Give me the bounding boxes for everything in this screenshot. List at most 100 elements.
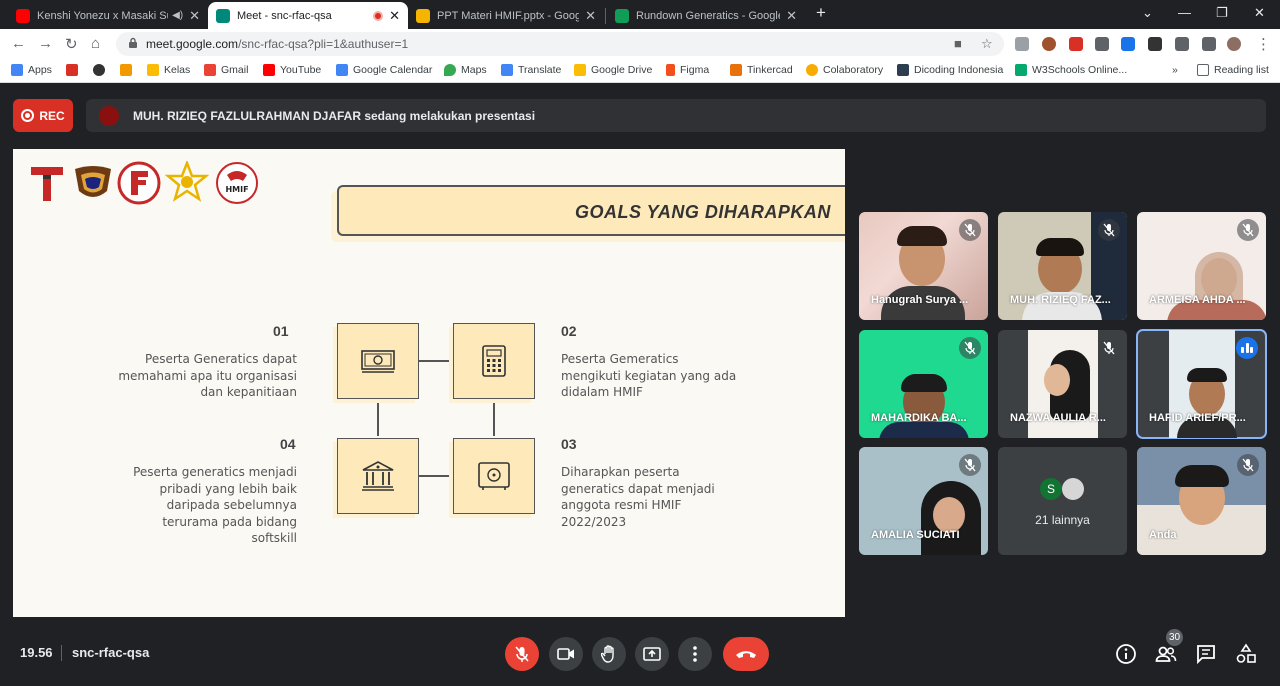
extension-icon[interactable] [1069, 37, 1083, 51]
participant-tile[interactable]: Hanugrah Surya ... [859, 212, 988, 320]
tab-slides[interactable]: PPT Materi HMIF.pptx - Google S ✕ [408, 2, 604, 29]
camera-icon[interactable]: ■ [954, 36, 962, 51]
mic-off-icon [1098, 337, 1120, 359]
bookmark-w3schools[interactable]: W3Schools Online... [1015, 64, 1127, 76]
puzzle-icon[interactable] [1175, 37, 1189, 51]
more-participants-tile[interactable]: S 21 lainnya [998, 447, 1127, 555]
more-bookmarks-button[interactable]: » [1172, 64, 1178, 76]
apps-icon [11, 64, 23, 76]
bookmark-maps[interactable]: Maps [444, 64, 487, 76]
participant-tile[interactable]: ARMEISA AHDA ... [1137, 212, 1266, 320]
home-button[interactable]: ⌂ [91, 35, 100, 52]
url-text: meet.google.com/snc-rfac-qsa?pli=1&authu… [146, 37, 409, 51]
more-options-button[interactable] [678, 637, 712, 671]
leave-call-button[interactable] [723, 637, 769, 671]
participant-name: HAFID ARIEF/PR... [1149, 412, 1246, 424]
goal-box-04 [337, 438, 419, 514]
close-icon[interactable]: ✕ [389, 8, 400, 24]
meeting-code: snc-rfac-qsa [72, 645, 150, 660]
media-icon[interactable] [1202, 37, 1216, 51]
tab-sheets[interactable]: Rundown Generatics - Google Sp ✕ [607, 2, 805, 29]
bookmark-colab[interactable]: Colaboratory [806, 64, 883, 76]
minimize-button[interactable]: — [1178, 5, 1191, 20]
participant-avatar: S [1040, 478, 1062, 500]
tut-wuri-logo [31, 167, 63, 201]
mic-off-icon [1237, 454, 1259, 476]
divider [61, 645, 62, 661]
menu-icon[interactable]: ⋮ [1256, 35, 1271, 53]
participant-tile[interactable]: MUH. RIZIEQ FAZ... [998, 212, 1127, 320]
bookmark-calendar[interactable]: Google Calendar [336, 64, 432, 76]
gmail-icon [204, 64, 216, 76]
participant-tile[interactable]: AMALIA SUCIATI [859, 447, 988, 555]
chat-icon[interactable] [1195, 643, 1217, 665]
browser-toolbar: ← → ↻ ⌂ meet.google.com/snc-rfac-qsa?pli… [0, 29, 1280, 59]
forward-button[interactable]: → [38, 35, 53, 52]
participant-tile[interactable]: MAHARDIKA BA... [859, 330, 988, 438]
extension-icon[interactable] [1148, 37, 1162, 51]
tab-search-icon[interactable]: ⌄ [1142, 5, 1153, 21]
bookmark-icon [93, 64, 105, 76]
camera-icon [557, 648, 574, 660]
address-bar[interactable]: meet.google.com/snc-rfac-qsa?pli=1&authu… [116, 32, 1004, 56]
bookmark-apps[interactable]: Apps [11, 64, 52, 76]
tab-meet[interactable]: Meet - snc-rfac-qsa ✕ [208, 2, 408, 29]
reading-list-button[interactable]: Reading list [1197, 64, 1269, 76]
bookmark-dicoding[interactable]: Dicoding Indonesia [897, 64, 1003, 76]
camera-toggle-button[interactable] [549, 637, 583, 671]
participant-tile-speaking[interactable]: HAFID ARIEF/PR... [1136, 329, 1267, 439]
star-emblem-logo [165, 161, 209, 202]
tab-youtube[interactable]: Kenshi Yonezu x Masaki Sud ◀) ✕ [8, 2, 208, 29]
people-icon[interactable] [1155, 643, 1177, 665]
connector-line [493, 399, 495, 436]
goal-text-02: Peserta Gemeratics mengikuti kegiatan yan… [561, 352, 737, 399]
speaker-icon[interactable]: ◀) [172, 10, 183, 21]
info-icon[interactable] [1115, 643, 1137, 665]
profile-avatar[interactable] [1227, 37, 1241, 51]
extension-icon[interactable] [1095, 37, 1109, 51]
bookmark-item[interactable] [93, 64, 110, 76]
meet-icon [216, 8, 230, 23]
bookmark-translate[interactable]: Translate [501, 64, 561, 76]
camera-extension-icon[interactable] [1015, 37, 1029, 51]
maps-icon [444, 64, 456, 76]
activities-icon[interactable] [1235, 643, 1257, 665]
bookmark-item[interactable] [66, 64, 83, 76]
maximize-button[interactable]: ❐ [1216, 5, 1228, 21]
close-icon[interactable]: ✕ [189, 8, 200, 24]
window-close-button[interactable]: ✕ [1254, 5, 1265, 21]
raise-hand-button[interactable] [592, 637, 626, 671]
new-tab-button[interactable]: + [816, 3, 826, 23]
goal-box-01 [337, 323, 419, 399]
participant-name: Anda [1149, 529, 1177, 541]
bookmark-item[interactable] [120, 64, 137, 76]
bookmark-figma[interactable]: Figma [666, 64, 709, 76]
back-button[interactable]: ← [11, 35, 26, 52]
recording-badge[interactable]: REC [13, 99, 73, 132]
colab-icon [806, 64, 818, 76]
bookmark-kelas[interactable]: Kelas [147, 64, 190, 76]
calendar-icon [336, 64, 348, 76]
bookmark-star-icon[interactable]: ☆ [981, 36, 993, 52]
lock-icon [129, 37, 137, 48]
slide-title-banner: GOALS YANG DIHARAPKAN [337, 185, 845, 236]
presenter-avatar [99, 105, 119, 126]
present-screen-button[interactable] [635, 637, 669, 671]
close-icon[interactable]: ✕ [786, 8, 797, 24]
reload-button[interactable]: ↻ [65, 35, 78, 53]
slide-title: GOALS YANG DIHARAPKAN [575, 202, 831, 222]
participant-tile[interactable]: NAZWA AULIA R... [998, 330, 1127, 438]
cookie-extension-icon[interactable] [1042, 37, 1056, 51]
bookmark-youtube[interactable]: YouTube [263, 64, 321, 76]
mic-off-icon [959, 219, 981, 241]
mic-toggle-button[interactable] [505, 637, 539, 671]
bookmark-drive[interactable]: Google Drive [574, 64, 652, 76]
faculty-logo [117, 161, 161, 205]
bookmark-gmail[interactable]: Gmail [204, 64, 248, 76]
goal-number-04: 04 [280, 436, 296, 452]
goal-number-01: 01 [273, 323, 289, 339]
close-icon[interactable]: ✕ [585, 8, 596, 24]
extension-icon[interactable] [1121, 37, 1135, 51]
self-tile[interactable]: Anda [1137, 447, 1266, 555]
bookmark-tinkercad[interactable]: Tinkercad [730, 64, 793, 76]
